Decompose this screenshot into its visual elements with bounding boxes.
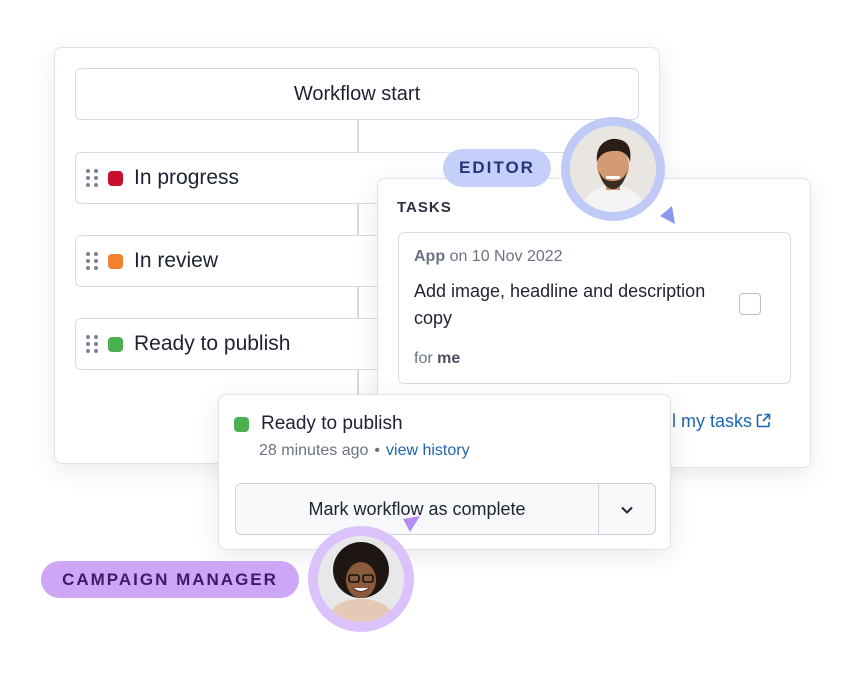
workflow-start-label: Workflow start [293,82,421,105]
stage-label: Ready to publish [134,332,291,355]
all-my-tasks-link[interactable]: all my tasks [658,411,771,432]
drag-handle-icon[interactable] [86,252,98,270]
campaign-manager-cursor-icon [403,516,420,532]
stage-color-dot [108,253,123,269]
task-meta: App on 10 Nov 2022 [414,248,563,266]
meta-separator: • [374,442,381,459]
task-complete-checkbox[interactable] [739,293,761,315]
editor-cursor-icon [660,206,675,224]
task-assignee: for me [414,350,460,368]
assignee-name: me [437,350,461,367]
task-description: Add image, headline and description copy [414,281,706,328]
connector-line [357,120,359,152]
stage-color-dot [108,170,123,186]
connector-line [357,203,359,235]
complete-options-dropdown-button[interactable] [599,484,655,534]
status-time: 28 minutes ago [259,442,369,459]
stage-label: In progress [134,166,240,189]
status-meta: 28 minutes ago • view history [259,442,470,460]
connector-line [357,286,359,318]
campaign-manager-role-label: CAMPAIGN MANAGER [62,569,278,589]
chevron-down-icon [621,501,633,517]
all-my-tasks-label: all my tasks [658,411,753,431]
task-date: on 10 Nov 2022 [449,248,563,265]
task-source: App [414,248,446,265]
workflow-start-node[interactable]: Workflow start [75,68,639,120]
editor-photo [570,126,656,212]
editor-role-badge: EDITOR [443,149,551,187]
drag-handle-icon[interactable] [86,169,98,187]
stage-color-dot [108,336,123,352]
status-label: Ready to publish [261,413,403,434]
complete-workflow-split-button: Mark workflow as complete [235,483,656,535]
connector-line [357,369,359,395]
workflow-status-panel: Ready to publish 28 minutes ago • view his… [218,394,671,550]
stage-label: In review [134,249,219,272]
task-item[interactable]: App on 10 Nov 2022 Add image, headline a… [398,232,791,384]
campaign-manager-role-badge: CAMPAIGN MANAGER [41,561,299,598]
campaign-manager-avatar [308,526,414,632]
editor-role-label: EDITOR [459,158,535,177]
status-color-dot [234,416,249,432]
assignee-prefix: for [414,350,433,367]
external-link-icon [756,413,771,431]
view-history-link[interactable]: view history [386,442,470,459]
campaign-manager-photo [318,536,404,622]
current-status: Ready to publish [234,413,403,435]
editor-avatar [561,117,665,221]
drag-handle-icon[interactable] [86,335,98,353]
tasks-title: TASKS [397,199,452,216]
